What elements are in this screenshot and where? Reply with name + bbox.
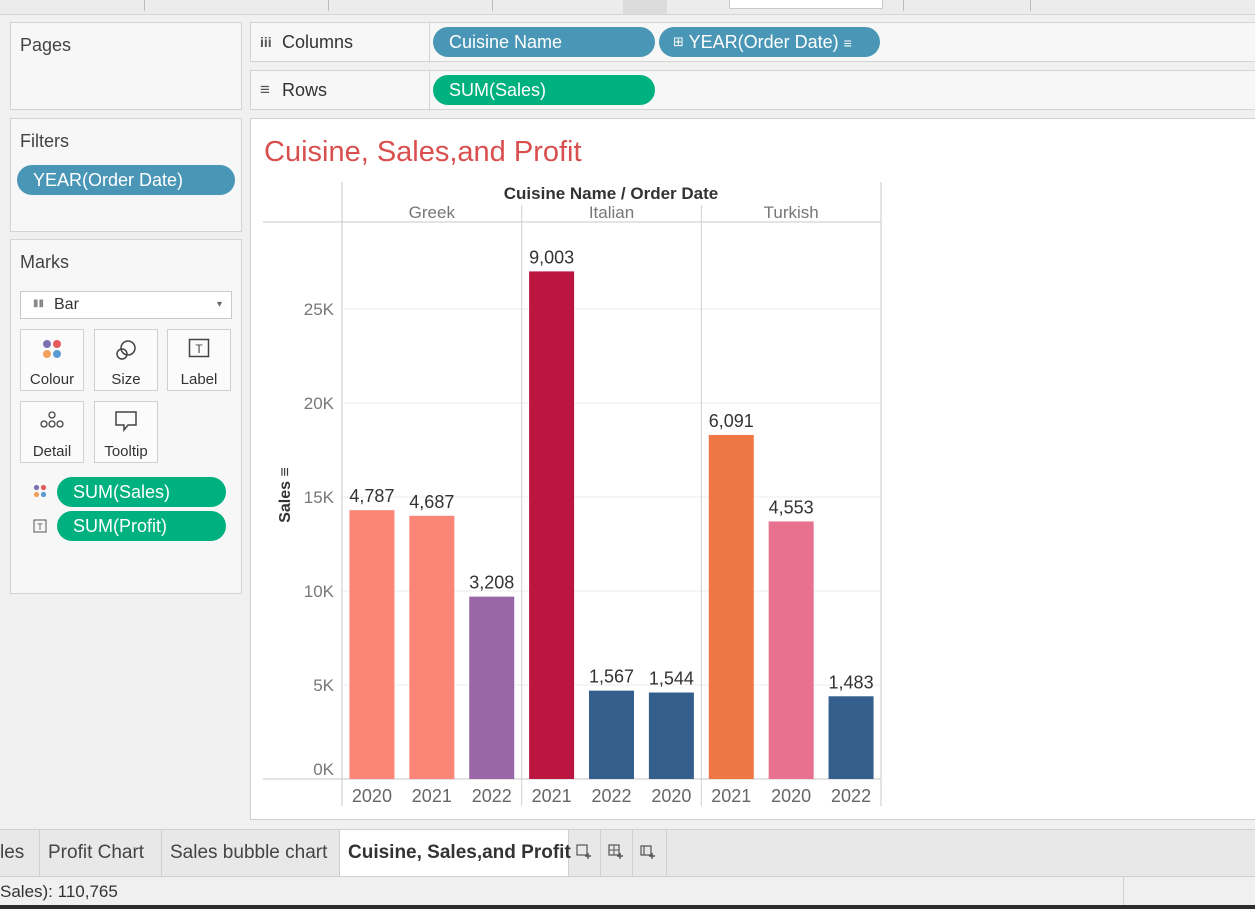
x-tick-label: 2021 [711,786,751,806]
y-tick-label: 25K [304,300,335,319]
group-header-turkish: Turkish [764,203,819,222]
y-tick-label: 0K [313,760,334,779]
tab-sales-partial[interactable]: les [0,830,40,876]
bar-data-label: 1,544 [649,669,694,689]
sheet-tab-bar: les Profit Chart Sales bubble chart Cuis… [0,829,1255,876]
y-tick-label: 10K [304,582,335,601]
bar [648,692,694,779]
x-tick-label: 2022 [831,786,871,806]
y-axis-label: Sales ≡ [277,467,294,523]
bar [469,596,515,779]
bar-data-label: 4,553 [769,497,814,517]
group-header-greek: Greek [409,203,456,222]
tab-profit-chart[interactable]: Profit Chart [40,830,162,876]
x-tick-label: 2020 [651,786,691,806]
bar [529,271,575,779]
x-tick-label: 2021 [532,786,572,806]
x-tick-label: 2022 [591,786,631,806]
bar-data-label: 4,787 [349,486,394,506]
new-worksheet-icon[interactable] [569,830,601,876]
bar-data-label: 1,567 [589,667,634,687]
group-header-italian: Italian [589,203,634,222]
bar-data-label: 1,483 [829,672,874,692]
bar [589,690,634,779]
bar [828,696,874,779]
status-sum-sales: Sales): 110,765 [0,882,118,901]
x-tick-label: 2020 [771,786,811,806]
bar-chart: 0K 5K 10K 15K 20K 25K Cuisine Name / Order Dat… [263,182,882,806]
bar-data-label: 9,003 [529,247,574,267]
column-header-title: Cuisine Name / Order Date [504,184,718,203]
tab-sales-bubble-chart[interactable]: Sales bubble chart [162,830,340,876]
status-bar: Sales): 110,765 [0,876,1255,906]
bar [768,521,814,779]
y-tick-label: 15K [304,488,335,507]
new-dashboard-icon[interactable] [601,830,633,876]
tab-cuisine-sales-profit[interactable]: Cuisine, Sales,and Profit [340,830,571,876]
window-bottom-edge [0,905,1255,909]
y-tick-label: 5K [313,676,334,695]
bar [349,510,395,779]
bar [409,515,455,779]
status-divider [1123,877,1124,906]
new-story-icon[interactable] [633,830,667,876]
x-tick-label: 2020 [352,786,392,806]
bar-data-label: 6,091 [709,411,754,431]
bar [708,434,754,779]
bar-data-label: 4,687 [409,492,454,512]
x-tick-label: 2021 [412,786,452,806]
bar-data-label: 3,208 [469,573,514,593]
y-tick-label: 20K [304,394,335,413]
x-tick-label: 2022 [472,786,512,806]
